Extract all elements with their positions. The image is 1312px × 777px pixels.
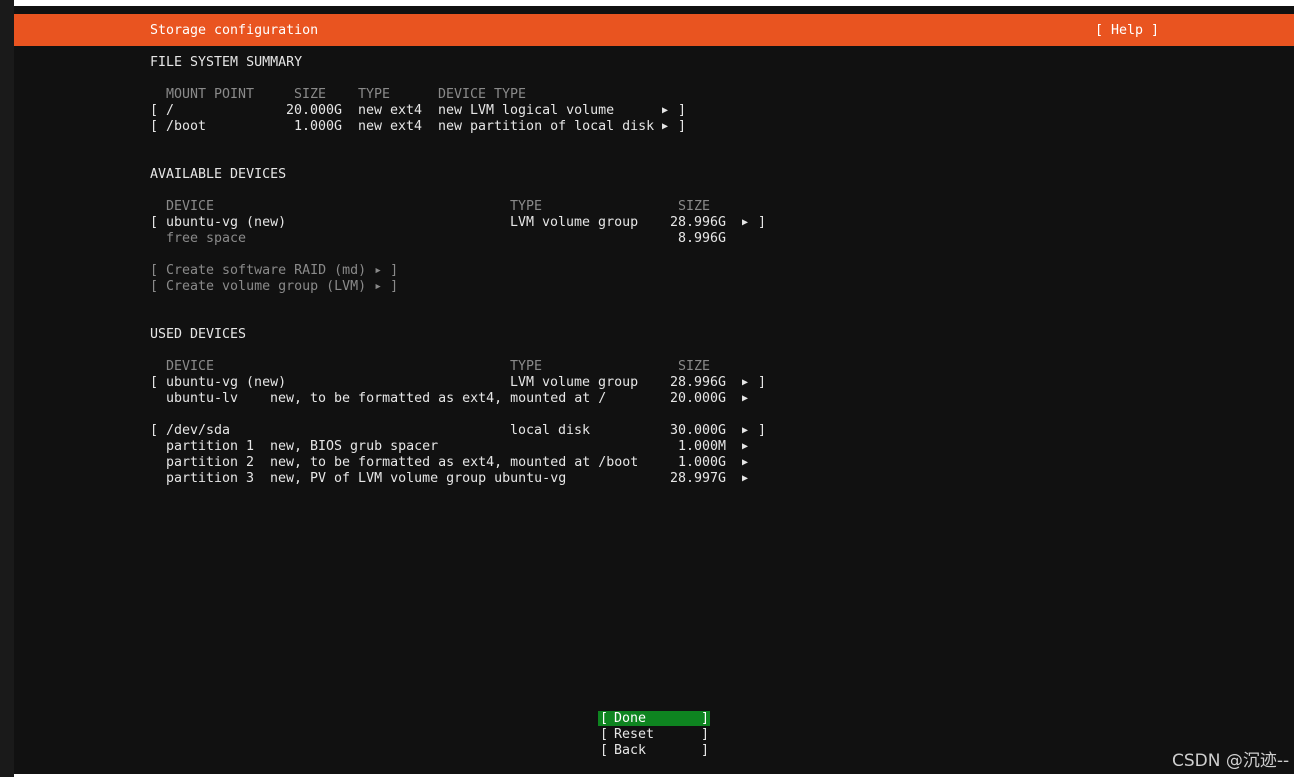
installer-screen: Storage configuration [ Help ] FILE SYST… — [14, 6, 1294, 774]
partition-name: partition 2 — [166, 455, 255, 470]
row-open-bracket: [ — [150, 423, 159, 438]
row-arrow-icon[interactable]: ▶ — [742, 455, 748, 471]
done-label: Done — [614, 711, 647, 726]
header-bar: Storage configuration [ Help ] — [14, 14, 1294, 46]
row-close-bracket: ] — [758, 215, 767, 230]
col-size: SIZE — [678, 359, 711, 374]
button-open-bracket: [ — [600, 711, 609, 726]
device-size: 28.996G — [670, 215, 727, 230]
help-button[interactable]: [ Help ] — [1095, 23, 1159, 38]
device-type: LVM volume group — [510, 215, 639, 230]
row-open-bracket: [ — [150, 375, 159, 390]
device-type: LVM volume group — [510, 375, 639, 390]
device-type: new partition of local disk — [438, 119, 655, 134]
partition-name: partition 3 — [166, 471, 255, 486]
partition-name: partition 1 — [166, 439, 255, 454]
page-title: Storage configuration — [150, 23, 319, 38]
fs-summary-title: FILE SYSTEM SUMMARY — [150, 55, 303, 70]
row-open-bracket: [ — [150, 103, 159, 118]
row-arrow-icon[interactable]: ▶ — [742, 439, 748, 455]
col-type: TYPE — [510, 359, 543, 374]
row-close-bracket: ] — [758, 423, 767, 438]
available-devices-title: AVAILABLE DEVICES — [150, 167, 287, 182]
row-arrow-icon[interactable]: ▶ — [662, 119, 668, 135]
size: 1.000G — [294, 119, 343, 134]
row-arrow-icon[interactable]: ▶ — [742, 215, 748, 231]
button-close-bracket: ] — [701, 727, 710, 742]
button-open-bracket: [ — [600, 743, 609, 758]
create-volume-group-button[interactable]: [ Create volume group (LVM) ▸ ] — [150, 279, 398, 295]
partition-description: new, BIOS grub spacer — [270, 439, 439, 454]
device-name: ubuntu-vg (new) — [166, 215, 287, 230]
partition-size: 1.000M — [678, 439, 727, 454]
device-name: /dev/sda — [166, 423, 231, 438]
row-open-bracket: [ — [150, 215, 159, 230]
device-type: local disk — [510, 423, 591, 438]
fs-type: new ext4 — [358, 119, 423, 134]
device-size: 30.000G — [670, 423, 727, 438]
col-mount-point: MOUNT POINT — [166, 87, 255, 102]
row-close-bracket: ] — [678, 103, 687, 118]
used-devices-title: USED DEVICES — [150, 327, 247, 342]
done-button[interactable]: [ Done ] — [598, 711, 710, 726]
partition-size: 28.997G — [670, 471, 727, 486]
window-frame — [0, 0, 14, 777]
row-arrow-icon[interactable]: ▶ — [742, 391, 748, 407]
row-close-bracket: ] — [678, 119, 687, 134]
partition-description: new, to be formatted as ext4, mounted at… — [270, 455, 639, 470]
row-open-bracket: [ — [150, 119, 159, 134]
row-arrow-icon[interactable]: ▶ — [742, 375, 748, 391]
col-device: DEVICE — [166, 199, 215, 214]
partition-description: new, PV of LVM volume group ubuntu-vg — [270, 471, 567, 486]
fs-type: new ext4 — [358, 103, 423, 118]
lv-description: new, to be formatted as ext4, mounted at… — [270, 391, 607, 406]
col-type: TYPE — [510, 199, 543, 214]
mount-point: / — [166, 103, 175, 118]
watermark: CSDN @沉迹-- — [1172, 751, 1290, 771]
reset-label: Reset — [614, 727, 655, 742]
row-arrow-icon[interactable]: ▶ — [742, 423, 748, 439]
device-size: 28.996G — [670, 375, 727, 390]
free-space-label: free space — [166, 231, 247, 246]
col-device: DEVICE — [166, 359, 215, 374]
back-label: Back — [614, 743, 647, 758]
row-arrow-icon[interactable]: ▶ — [662, 103, 668, 119]
create-raid-button[interactable]: [ Create software RAID (md) ▸ ] — [150, 263, 398, 279]
col-device-type: DEVICE TYPE — [438, 87, 527, 102]
row-arrow-icon[interactable]: ▶ — [742, 471, 748, 487]
size: 20.000G — [286, 103, 343, 118]
col-size: SIZE — [678, 199, 711, 214]
mount-point: /boot — [166, 119, 207, 134]
button-open-bracket: [ — [600, 727, 609, 742]
device-name: ubuntu-vg (new) — [166, 375, 287, 390]
lv-name: ubuntu-lv — [166, 391, 239, 406]
lv-size: 20.000G — [670, 391, 727, 406]
row-close-bracket: ] — [758, 375, 767, 390]
button-close-bracket: ] — [701, 711, 710, 726]
col-size: SIZE — [294, 87, 327, 102]
col-type: TYPE — [358, 87, 391, 102]
device-type: new LVM logical volume — [438, 103, 615, 118]
button-close-bracket: ] — [701, 743, 710, 758]
partition-size: 1.000G — [678, 455, 727, 470]
free-space-size: 8.996G — [678, 231, 727, 246]
